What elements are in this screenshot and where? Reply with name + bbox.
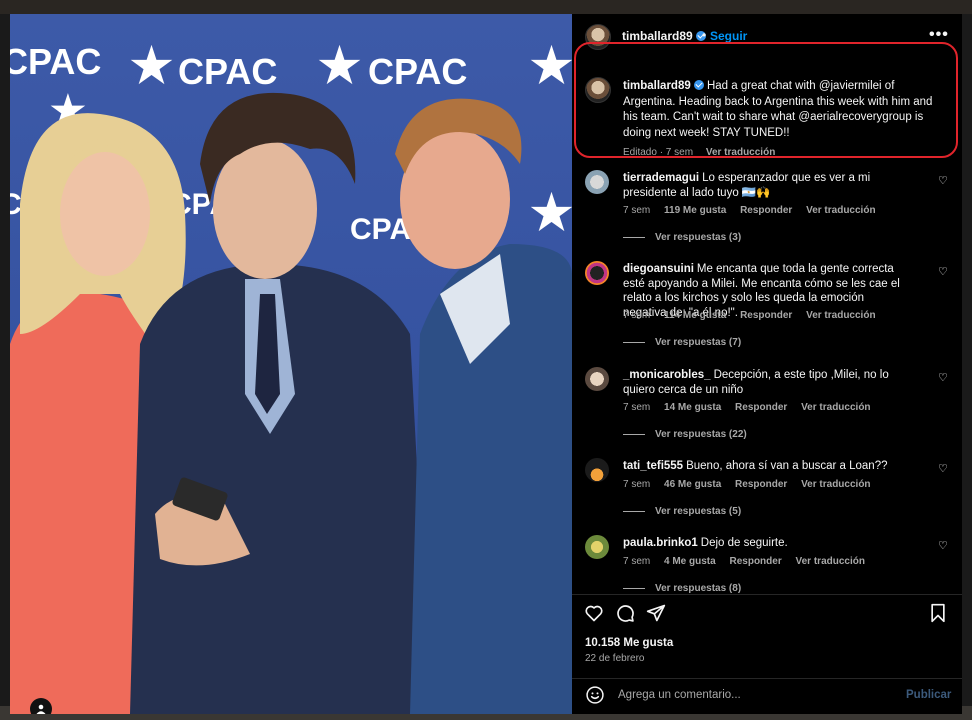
comment-translate-link[interactable]: Ver traducción	[806, 310, 875, 321]
comment-input[interactable]	[616, 683, 900, 707]
caption-username[interactable]: timballard89	[623, 80, 691, 92]
view-replies-button[interactable]: Ver respuestas (7)	[623, 337, 741, 348]
view-replies-button[interactable]: Ver respuestas (3)	[623, 232, 741, 243]
post-sidebar: timballard89 • Seguir ••• timballard89 H…	[572, 14, 962, 714]
comment-username[interactable]: paula.brinko1	[623, 537, 698, 549]
user-tag-icon	[36, 704, 46, 714]
comment-avatar[interactable]	[585, 170, 609, 194]
photo-illustration: ★ CPAC ★ CPAC ★ CPAC CPAC CPAC CPAC ★ ★	[10, 40, 572, 714]
comment-translate-link[interactable]: Ver traducción	[801, 402, 870, 413]
view-replies-button[interactable]: Ver respuestas (8)	[623, 583, 741, 594]
comment-translate-link[interactable]: Ver traducción	[806, 205, 875, 216]
comment-text: Bueno, ahora sí van a buscar a Loan??	[686, 460, 888, 472]
comment-body: paula.brinko1 Dejo de seguirte.	[623, 536, 908, 551]
comment-text: Dejo de seguirte.	[700, 537, 788, 549]
post-actions-bar	[572, 596, 962, 632]
actions-divider	[572, 594, 962, 595]
comment-meta: 7 sem 4 Me gusta Responder Ver traducció…	[623, 556, 876, 567]
comment-likes[interactable]: 114 Me gusta	[664, 310, 726, 321]
comment-body: _monicarobles_ Decepción, a este tipo ,Mi…	[623, 368, 908, 397]
comment-time: 7 sem	[623, 479, 651, 490]
comment-time: 7 sem	[623, 310, 651, 321]
backdrop-logo-2: CPAC	[368, 51, 467, 92]
caption-edited-time: Editado · 7 sem	[623, 147, 694, 158]
view-replies-button[interactable]: Ver respuestas (5)	[623, 506, 741, 517]
comment-avatar[interactable]	[585, 535, 609, 559]
caption-author-avatar[interactable]	[585, 77, 611, 103]
post-likes-count[interactable]: 10.158 Me gusta	[585, 637, 673, 649]
comment-avatar[interactable]	[585, 367, 609, 391]
post-date[interactable]: 22 de febrero	[585, 653, 645, 664]
comment-reply-button[interactable]: Responder	[740, 310, 792, 321]
emoji-icon[interactable]	[585, 685, 605, 705]
comment-username[interactable]: _monicarobles_	[623, 369, 711, 381]
follow-button[interactable]: Seguir	[710, 29, 747, 43]
comment-like-icon[interactable]: ♡	[938, 265, 948, 278]
bookmark-icon[interactable]	[928, 603, 948, 623]
comment-like-icon[interactable]: ♡	[938, 371, 948, 384]
comment-reply-button[interactable]: Responder	[735, 402, 787, 413]
view-replies-label: Ver respuestas (8)	[655, 583, 742, 594]
caption-meta: Editado · 7 sem Ver traducción	[623, 145, 943, 161]
replies-line	[623, 433, 645, 435]
verified-icon	[693, 80, 704, 90]
comment-time: 7 sem	[623, 556, 651, 567]
comment-time: 7 sem	[623, 402, 651, 413]
replies-line	[623, 510, 645, 512]
comment-username[interactable]: diegoansuini	[623, 263, 694, 275]
separator-dot: •	[702, 28, 707, 42]
comment-likes[interactable]: 4 Me gusta	[664, 556, 716, 567]
comment-likes[interactable]: 46 Me gusta	[664, 479, 721, 490]
comment-time: 7 sem	[623, 205, 651, 216]
comment-translate-link[interactable]: Ver traducción	[801, 479, 870, 490]
author-username[interactable]: timballard89	[622, 29, 706, 43]
user-tag-button[interactable]	[30, 698, 52, 714]
comment-like-icon[interactable]: ♡	[938, 462, 948, 475]
view-replies-label: Ver respuestas (5)	[655, 506, 742, 517]
backdrop-logo-1: CPAC	[178, 51, 277, 92]
backdrop-star: ★	[530, 40, 572, 93]
add-comment-bar: Publicar	[572, 680, 962, 714]
comment-likes[interactable]: 14 Me gusta	[664, 402, 721, 413]
heart-icon[interactable]	[584, 603, 604, 623]
replies-line	[623, 341, 645, 343]
comment-like-icon[interactable]: ♡	[938, 539, 948, 552]
post-caption: timballard89 Had a great chat with @javi…	[623, 79, 943, 161]
comment-translate-link[interactable]: Ver traducción	[796, 556, 865, 567]
backdrop-star: ★	[130, 40, 173, 93]
backdrop-logo-3: CPAC	[10, 41, 101, 82]
comment-body: tati_tefi555 Bueno, ahora sí van a buscar…	[623, 459, 908, 474]
backdrop-star: ★	[530, 187, 572, 240]
publish-button[interactable]: Publicar	[906, 689, 951, 701]
comment-meta: 7 sem 46 Me gusta Responder Ver traducci…	[623, 479, 882, 490]
comment-username[interactable]: tierrademagui	[623, 172, 699, 184]
comment-likes[interactable]: 119 Me gusta	[664, 205, 726, 216]
comment-avatar[interactable]	[585, 261, 609, 285]
view-replies-button[interactable]: Ver respuestas (22)	[623, 429, 747, 440]
share-icon[interactable]	[646, 603, 666, 623]
comment-icon[interactable]	[615, 603, 635, 623]
comment-reply-button[interactable]: Responder	[740, 205, 792, 216]
comment-like-icon[interactable]: ♡	[938, 174, 948, 187]
comment-avatar[interactable]	[585, 458, 609, 482]
comment-meta: 7 sem 119 Me gusta Responder Ver traducc…	[623, 205, 887, 216]
view-replies-label: Ver respuestas (3)	[655, 232, 742, 243]
comment-meta: 7 sem 114 Me gusta Responder Ver traducc…	[623, 310, 887, 321]
comment-meta: 7 sem 14 Me gusta Responder Ver traducci…	[623, 402, 882, 413]
caption-translate-link[interactable]: Ver traducción	[706, 147, 775, 158]
author-username-text[interactable]: timballard89	[622, 29, 693, 43]
comment-box-divider	[572, 678, 962, 679]
comment-reply-button[interactable]: Responder	[735, 479, 787, 490]
comment-username[interactable]: tati_tefi555	[623, 460, 683, 472]
background-page-strip	[0, 0, 972, 14]
backdrop-star: ★	[318, 40, 361, 93]
replies-line	[623, 236, 645, 238]
view-replies-label: Ver respuestas (22)	[655, 429, 747, 440]
comment-body: tierrademagui Lo esperanzador que es ver …	[623, 171, 908, 200]
comment-reply-button[interactable]: Responder	[729, 556, 781, 567]
view-replies-label: Ver respuestas (7)	[655, 337, 742, 348]
post-photo[interactable]: ★ CPAC ★ CPAC ★ CPAC CPAC CPAC CPAC ★ ★	[10, 14, 572, 714]
replies-line	[623, 587, 645, 589]
